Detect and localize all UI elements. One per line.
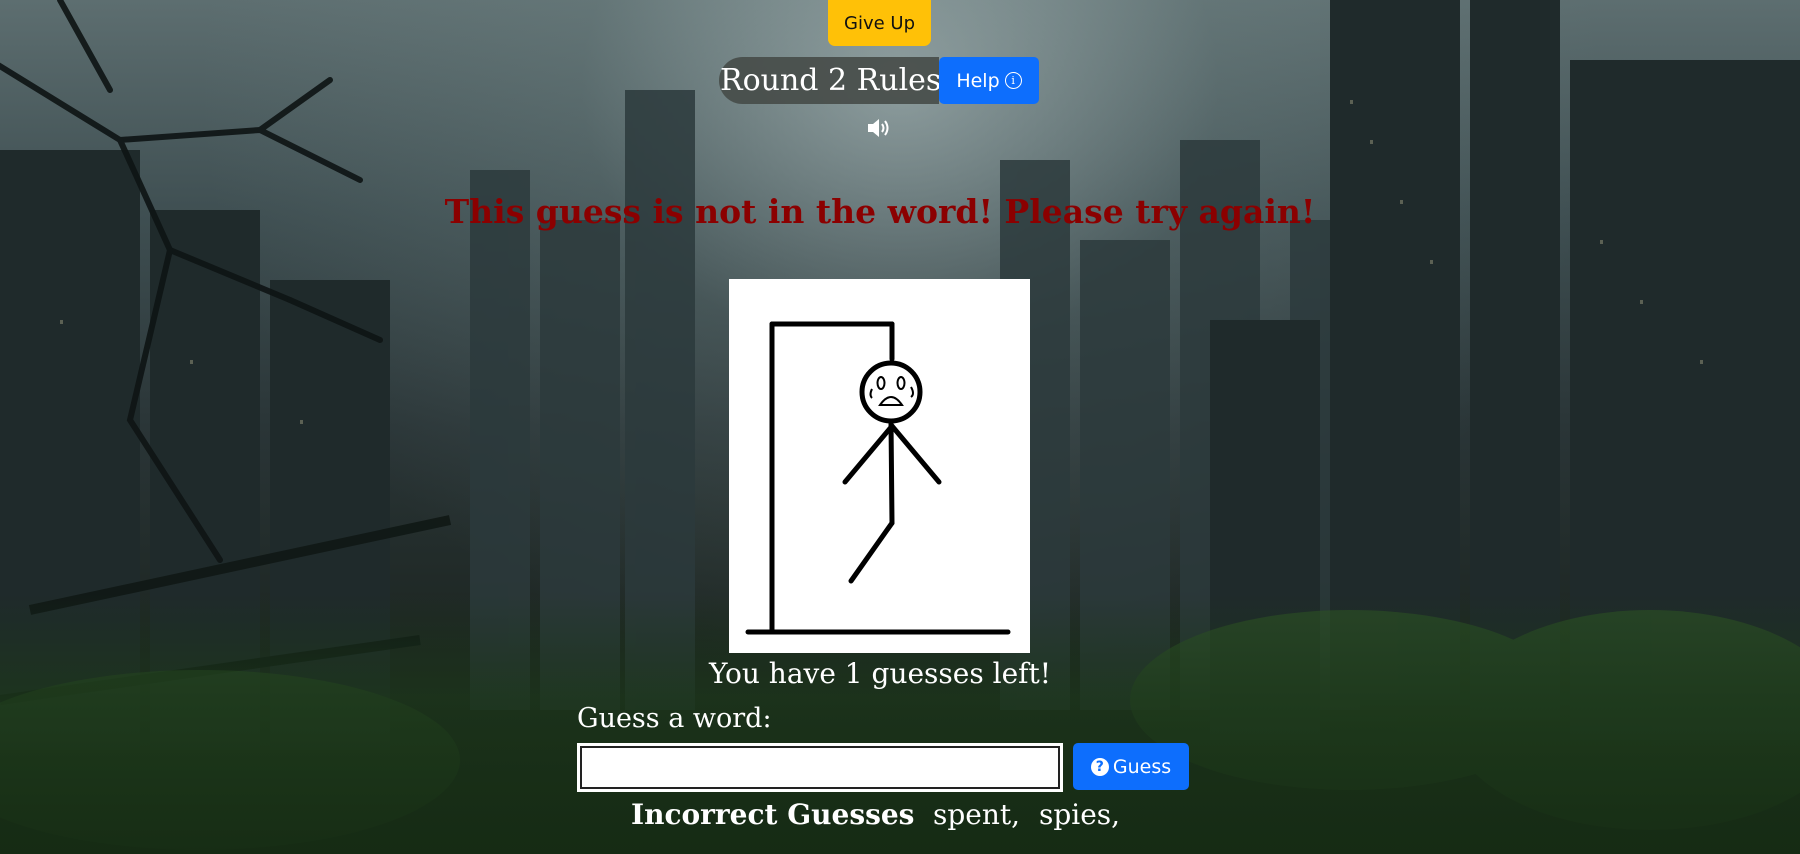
- incorrect-guess-item: spies,: [1038, 798, 1121, 831]
- help-button[interactable]: Help i: [939, 57, 1039, 104]
- feedback-message: This guess is not in the word! Please tr…: [444, 192, 1316, 231]
- incorrect-guesses-list: spent, spies,: [933, 798, 1130, 831]
- question-circle-icon: ?: [1090, 757, 1109, 776]
- guesses-left-text: You have 1 guesses left!: [708, 657, 1052, 690]
- volume-up-icon[interactable]: [866, 116, 892, 140]
- help-label: Help: [956, 69, 1000, 92]
- round-rules-title: Round 2 Rules -: [720, 63, 961, 98]
- guess-input[interactable]: [577, 743, 1063, 792]
- give-up-button[interactable]: Give Up: [828, 0, 931, 46]
- incorrect-guesses-label: Incorrect Guesses: [631, 798, 915, 831]
- info-circle-icon: i: [1004, 72, 1022, 89]
- incorrect-guess-item: spent,: [933, 798, 1021, 831]
- guess-word-label: Guess a word:: [577, 703, 772, 734]
- guess-button[interactable]: ? Guess: [1073, 743, 1189, 790]
- hangman-figure: [745, 321, 1011, 635]
- guess-button-label: Guess: [1112, 755, 1172, 778]
- hangman-drawing: [729, 279, 1030, 653]
